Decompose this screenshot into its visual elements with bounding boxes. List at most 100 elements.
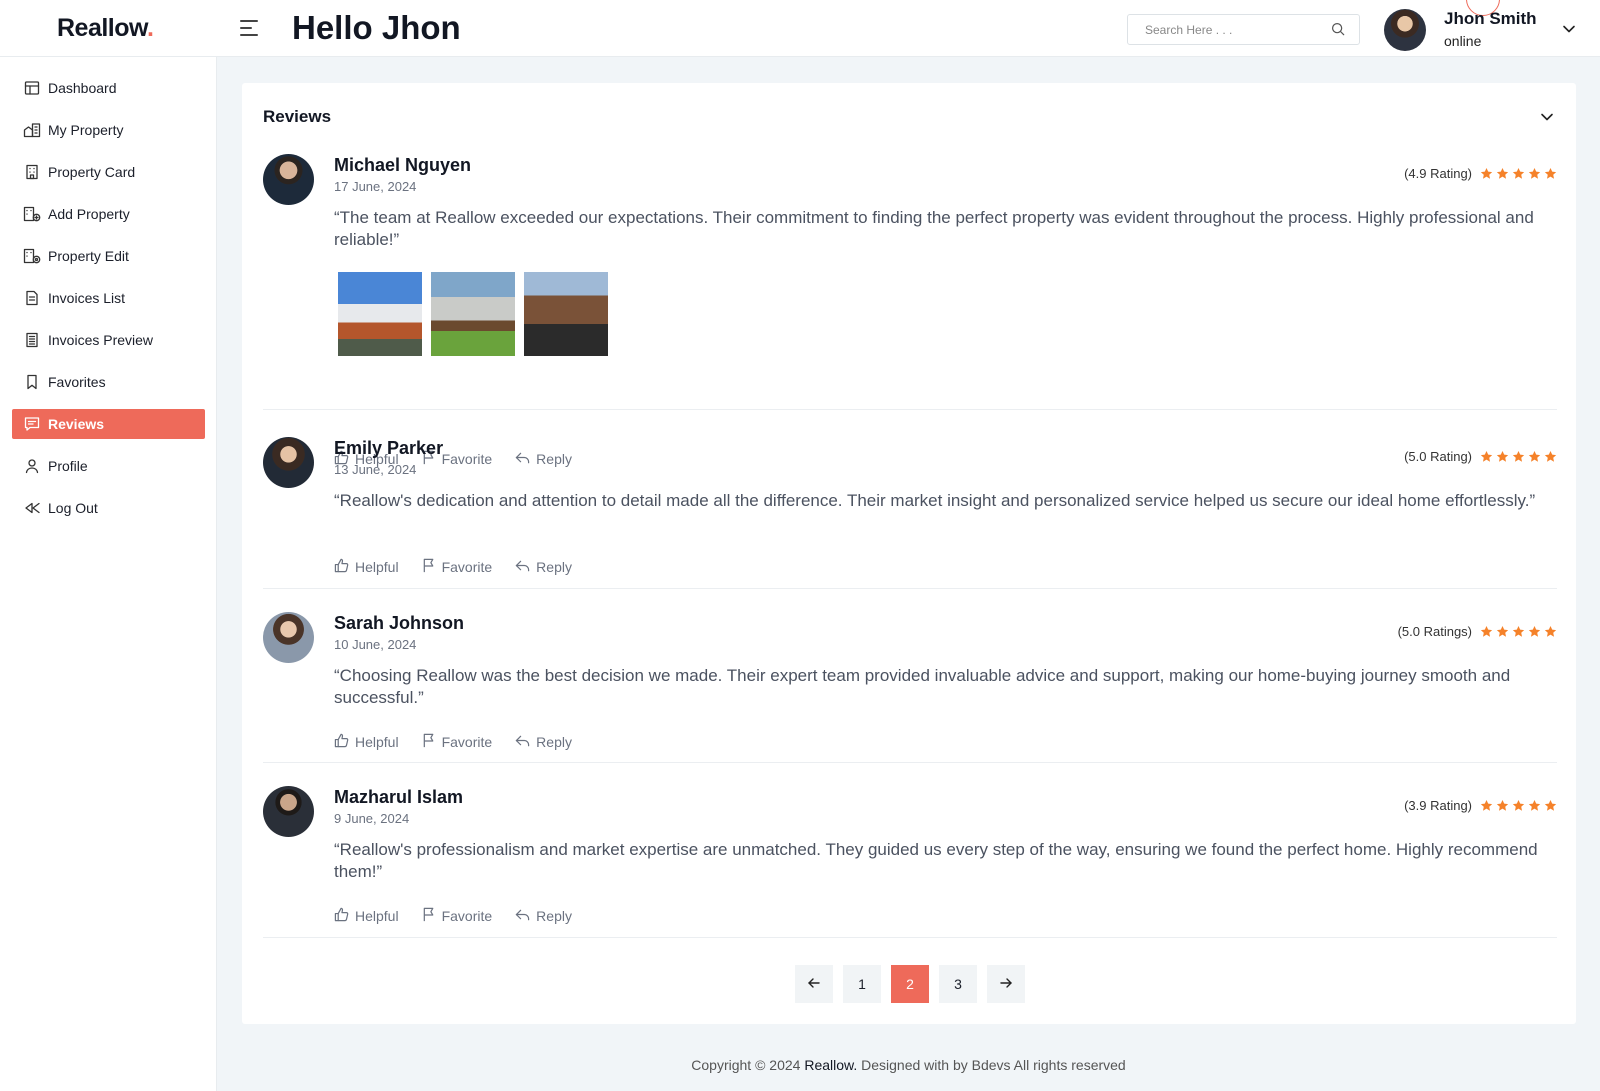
user-avatar[interactable] [1384,9,1426,51]
sidebar-item-favorites[interactable]: Favorites [12,367,205,397]
chevron-down-icon[interactable] [1562,22,1576,36]
footer: Copyright © 2024 Reallow. Designed with … [217,1057,1600,1073]
reviewer-avatar [263,612,314,663]
reviews-card: Reviews 123 Michael Nguyen 17 June, 2024… [242,83,1576,1024]
reviewer-avatar [263,437,314,488]
review-text: “Reallow's dedication and attention to d… [334,491,1536,510]
brand-dot: . [147,14,154,42]
star-icon [1496,625,1509,638]
sidebar-item-label: Reviews [48,416,105,432]
review-date: 9 June, 2024 [334,811,410,826]
helpful-button[interactable]: Helpful [334,558,399,576]
sidebar-item-log-out[interactable]: Log Out [12,493,205,523]
thumbs-up-icon [334,907,355,925]
reply-button[interactable]: Reply [515,733,572,751]
sidebar-item-my-property[interactable]: My Property [12,115,205,145]
review-actions: Helpful Favorite Reply [334,733,572,751]
brand-name: Reallow [57,14,148,42]
footer-brand[interactable]: Reallow. [804,1057,857,1073]
user-name: Jhon Smith [1444,9,1537,28]
chevron-down-icon[interactable] [1540,110,1554,124]
reply-icon [515,559,536,576]
helpful-button[interactable]: Helpful [334,907,399,925]
next-page-button[interactable] [987,965,1025,1003]
favorite-label: Favorite [441,559,493,575]
reviewer-avatar [263,154,314,205]
prev-page-button[interactable] [795,965,833,1003]
star-icon [1480,625,1493,638]
user-icon [23,457,41,475]
review-photo[interactable] [338,272,422,356]
favorite-button[interactable]: Favorite [422,907,493,925]
review-rating: (5.0 Rating) [1404,449,1557,464]
sidebar-item-label: Add Property [48,206,130,222]
favorite-label: Favorite [441,908,493,924]
review-item: Emily Parker 13 June, 2024 (5.0 Rating) … [263,437,1557,589]
reviewer-name: Sarah Johnson [334,613,465,633]
review-text: “The team at Reallow exceeded our expect… [334,208,1534,249]
helpful-label: Helpful [355,908,399,924]
rating-text: (5.0 Rating) [1404,449,1472,464]
favorite-button[interactable]: Favorite [422,733,492,751]
sidebar-item-label: Profile [48,458,88,474]
star-icon [1528,625,1541,638]
footer-credit: Designed with by Bdevs All rights reserv… [861,1057,1126,1073]
rating-stars [1480,799,1557,812]
reply-icon [515,908,536,925]
sidebar-item-invoices-list[interactable]: Invoices List [12,283,205,313]
invoice-icon [23,289,41,307]
flag-icon [422,558,442,576]
sidebar-item-add-property[interactable]: Add Property [12,199,205,229]
search-icon[interactable] [1331,22,1345,36]
star-icon [1512,625,1525,638]
page-button-1[interactable]: 1 [843,965,881,1003]
sidebar-item-dashboard[interactable]: Dashboard [12,73,205,103]
review-item: Mazharul Islam 9 June, 2024 (3.9 Rating)… [263,786,1557,938]
reply-label: Reply [536,559,572,575]
review-actions: Helpful Favorite Reply [334,907,572,925]
menu-toggle-icon[interactable] [240,20,260,38]
review-photos [338,272,608,356]
building-icon [23,163,41,181]
reply-label: Reply [536,908,572,924]
page-button-3[interactable]: 3 [939,965,977,1003]
search-input[interactable] [1128,15,1318,44]
star-icon [1480,799,1493,812]
review-photo[interactable] [524,272,608,356]
sidebar-item-reviews[interactable]: Reviews [12,409,205,439]
sidebar-item-property-edit[interactable]: Property Edit [12,241,205,271]
sidebar-item-label: Log Out [48,500,98,516]
thumbs-up-icon [334,558,355,576]
helpful-label: Helpful [355,559,399,575]
star-icon [1480,450,1493,463]
sidebar-item-label: Property Edit [48,248,129,264]
dashboard-icon [23,79,41,97]
review-date: 13 June, 2024 [334,462,417,477]
reply-button[interactable]: Reply [515,907,572,925]
review-item: Michael Nguyen 17 June, 2024 (4.9 Rating… [263,154,1557,467]
favorite-button[interactable]: Favorite [422,558,493,576]
reviewer-name: Emily Parker [334,438,444,458]
star-icon [1544,625,1557,638]
page-title: Hello Jhon [292,9,461,46]
reply-button[interactable]: Reply [515,558,572,576]
sidebar-item-property-card[interactable]: Property Card [12,157,205,187]
star-icon [1496,799,1509,812]
review-photo[interactable] [431,272,515,356]
flag-icon [422,733,442,751]
reviewer-name: Michael Nguyen [334,155,472,175]
review-text: “Reallow's professionalism and market ex… [334,840,1538,881]
review-rating: (3.9 Rating) [1404,798,1557,813]
star-icon [1544,799,1557,812]
rating-stars [1480,167,1557,180]
sidebar-item-profile[interactable]: Profile [12,451,205,481]
sidebar: Dashboard My Property Property Card Add Pro… [0,57,217,1091]
page-button-2[interactable]: 2 [891,965,929,1003]
sidebar-item-invoices-preview[interactable]: Invoices Preview [12,325,205,355]
review-icon [23,415,41,433]
card-title: Reviews [263,107,332,126]
helpful-button[interactable]: Helpful [334,733,399,751]
sidebar-item-label: Invoices List [48,290,126,306]
search-box [1127,14,1360,45]
brand-logo[interactable]: Reallow. [57,14,154,43]
